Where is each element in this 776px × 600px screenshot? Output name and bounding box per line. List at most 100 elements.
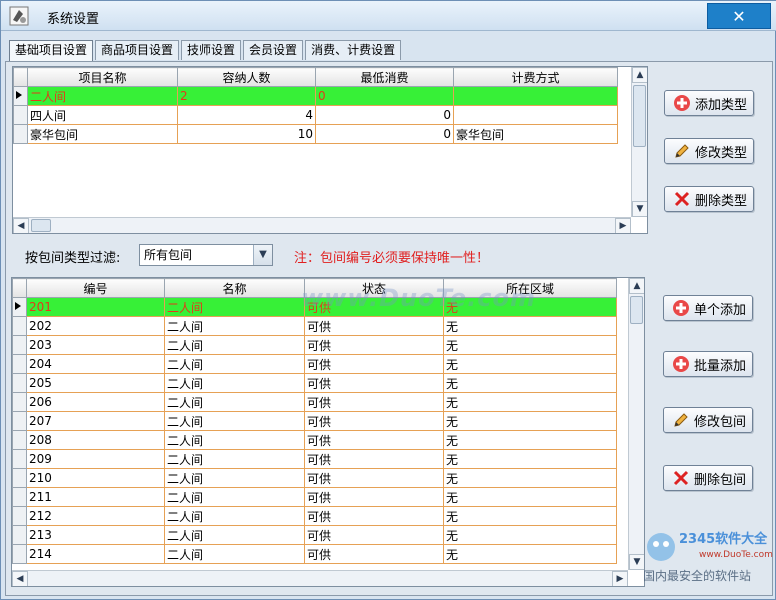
scroll-right-icon[interactable]: ▶ — [615, 218, 631, 233]
scroll-left-icon[interactable]: ◀ — [12, 571, 28, 586]
table-cell[interactable]: 二人间 — [164, 468, 305, 488]
table-cell[interactable]: 无 — [443, 392, 617, 412]
table-cell[interactable]: 无 — [443, 354, 617, 374]
table-cell[interactable] — [453, 105, 618, 125]
edit-room-button[interactable]: 修改包间 — [663, 407, 753, 433]
table-cell[interactable]: 无 — [443, 411, 617, 431]
edit-type-button[interactable]: 修改类型 — [664, 138, 754, 164]
chevron-down-icon[interactable]: ▼ — [253, 245, 272, 265]
table-cell[interactable]: 二人间 — [164, 316, 305, 336]
scroll-down-icon[interactable]: ▼ — [632, 201, 647, 217]
table-cell[interactable]: 无 — [443, 316, 617, 336]
scroll-thumb[interactable] — [31, 219, 51, 232]
table-cell[interactable]: 四人间 — [27, 105, 178, 125]
table-cell[interactable]: 无 — [443, 506, 617, 526]
single-add-button[interactable]: 单个添加 — [663, 295, 753, 321]
table-row[interactable]: 214 二人间 可供无 — [12, 544, 617, 564]
delete-room-button[interactable]: 删除包间 — [663, 465, 753, 491]
scroll-up-icon[interactable]: ▲ — [632, 67, 647, 83]
table-cell[interactable]: 0 — [315, 124, 454, 144]
table-cell[interactable]: 二人间 — [164, 449, 305, 469]
tab-basic-items[interactable]: 基础项目设置 — [9, 40, 94, 62]
table-cell[interactable]: 二人间 — [164, 373, 305, 393]
table-row[interactable]: 204 二人间 可供无 — [12, 354, 617, 374]
table-row[interactable]: 207 二人间 可供无 — [12, 411, 617, 431]
table-cell[interactable]: 214 — [26, 544, 165, 564]
vertical-scrollbar[interactable]: ▲ ▼ — [631, 67, 647, 217]
table-cell[interactable]: 可供 — [304, 354, 444, 374]
table-row[interactable]: 202 二人间 可供无 — [12, 316, 617, 336]
table-cell[interactable]: 二人间 — [164, 335, 305, 355]
table-cell[interactable]: 可供 — [304, 468, 444, 488]
table-cell[interactable]: 可供 — [304, 506, 444, 526]
table-row[interactable]: 212 二人间 可供无 — [12, 506, 617, 526]
table-row[interactable]: 209 二人间 可供无 — [12, 449, 617, 469]
table-cell[interactable]: 202 — [26, 316, 165, 336]
table-cell[interactable]: 可供 — [304, 392, 444, 412]
horizontal-scrollbar[interactable]: ◀ ▶ — [13, 217, 631, 233]
column-header[interactable]: 容纳人数 — [177, 67, 316, 87]
room-type-grid[interactable]: 项目名称 容纳人数 最低消费 计费方式 二人间 2 0 四人间 4 0 豪华包间… — [12, 66, 648, 234]
table-row[interactable]: 四人间 4 0 — [13, 105, 618, 125]
table-cell[interactable]: 201 — [26, 297, 165, 317]
table-cell[interactable]: 205 — [26, 373, 165, 393]
table-cell[interactable]: 209 — [26, 449, 165, 469]
table-row[interactable]: 211 二人间 可供无 — [12, 487, 617, 507]
table-cell[interactable] — [453, 86, 618, 106]
table-cell[interactable]: 4 — [177, 105, 316, 125]
table-cell[interactable]: 无 — [443, 335, 617, 355]
table-row[interactable]: 豪华包间 10 0 豪华包间 — [13, 124, 618, 144]
table-cell[interactable]: 二人间 — [164, 487, 305, 507]
table-cell[interactable]: 豪华包间 — [453, 124, 618, 144]
table-row[interactable]: 206 二人间 可供无 — [12, 392, 617, 412]
table-cell[interactable]: 无 — [443, 525, 617, 545]
table-cell[interactable]: 无 — [443, 373, 617, 393]
table-cell[interactable]: 无 — [443, 430, 617, 450]
table-row[interactable]: 205 二人间 可供无 — [12, 373, 617, 393]
table-cell[interactable]: 可供 — [304, 316, 444, 336]
table-cell[interactable]: 豪华包间 — [27, 124, 178, 144]
horizontal-scrollbar[interactable]: ◀ ▶ — [12, 570, 628, 586]
table-cell[interactable]: 可供 — [304, 525, 444, 545]
table-cell[interactable]: 2 — [177, 86, 316, 106]
table-cell[interactable]: 可供 — [304, 430, 444, 450]
table-cell[interactable]: 212 — [26, 506, 165, 526]
tab-billing[interactable]: 消费、计费设置 — [305, 40, 402, 60]
table-cell[interactable]: 203 — [26, 335, 165, 355]
table-cell[interactable]: 0 — [315, 105, 454, 125]
column-header[interactable]: 计费方式 — [453, 67, 618, 87]
scroll-right-icon[interactable]: ▶ — [612, 571, 628, 586]
table-cell[interactable]: 可供 — [304, 335, 444, 355]
table-cell[interactable]: 可供 — [304, 411, 444, 431]
table-cell[interactable]: 无 — [443, 468, 617, 488]
table-cell[interactable]: 无 — [443, 544, 617, 564]
table-cell[interactable]: 二人间 — [164, 506, 305, 526]
tab-product-items[interactable]: 商品项目设置 — [95, 40, 180, 60]
table-row[interactable]: 208 二人间 可供无 — [12, 430, 617, 450]
scroll-up-icon[interactable]: ▲ — [629, 278, 644, 294]
table-cell[interactable]: 二人间 — [164, 525, 305, 545]
table-cell[interactable]: 206 — [26, 392, 165, 412]
table-cell[interactable]: 可供 — [304, 449, 444, 469]
add-type-button[interactable]: 添加类型 — [664, 90, 754, 116]
close-button[interactable]: ✕ — [707, 3, 771, 29]
table-cell[interactable]: 210 — [26, 468, 165, 488]
table-cell[interactable]: 二人间 — [27, 86, 178, 106]
table-row[interactable]: 213 二人间 可供无 — [12, 525, 617, 545]
batch-add-button[interactable]: 批量添加 — [663, 351, 753, 377]
scroll-thumb[interactable] — [630, 296, 643, 324]
table-row[interactable]: 210 二人间 可供无 — [12, 468, 617, 488]
column-header[interactable]: 最低消费 — [315, 67, 454, 87]
tab-technician[interactable]: 技师设置 — [181, 40, 242, 60]
table-cell[interactable]: 211 — [26, 487, 165, 507]
tab-member[interactable]: 会员设置 — [243, 40, 304, 60]
table-cell[interactable]: 二人间 — [164, 297, 305, 317]
table-cell[interactable]: 208 — [26, 430, 165, 450]
table-row[interactable]: 二人间 2 0 — [13, 86, 618, 106]
table-cell[interactable]: 204 — [26, 354, 165, 374]
table-cell[interactable]: 二人间 — [164, 392, 305, 412]
scroll-thumb[interactable] — [633, 85, 646, 147]
table-cell[interactable]: 10 — [177, 124, 316, 144]
column-header[interactable]: 名称 — [164, 278, 305, 298]
column-header[interactable]: 项目名称 — [27, 67, 178, 87]
